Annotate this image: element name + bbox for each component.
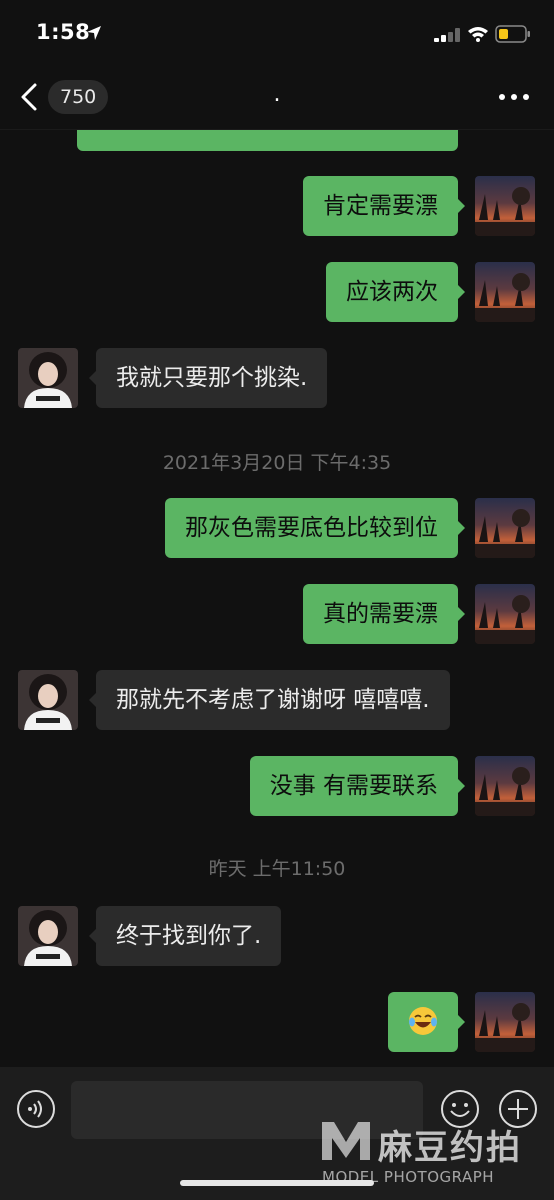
message-list[interactable]: 肯定需要漂 应该两次 我就只要那个挑染. 2021年3月20日 下午4:35 那…: [0, 130, 554, 1067]
battery-icon: [495, 25, 530, 43]
plus-icon[interactable]: [498, 1089, 538, 1129]
message-bubble-outgoing[interactable]: 应该两次: [326, 262, 465, 322]
message-input[interactable]: [71, 1081, 423, 1139]
message-text: 我就只要那个挑染.: [116, 365, 308, 391]
more-dots-icon[interactable]: [494, 86, 534, 108]
message-text: 那就先不考虑了谢谢呀 嘻嘻嘻.: [116, 687, 430, 713]
message-text: 应该两次: [346, 279, 438, 305]
my-avatar[interactable]: [475, 756, 535, 816]
contact-avatar[interactable]: [18, 670, 78, 730]
cellular-signal-icon: [434, 28, 460, 42]
chat-title: .: [273, 82, 281, 107]
message-bubble-outgoing[interactable]: 那灰色需要底色比较到位: [165, 498, 465, 558]
my-avatar[interactable]: [475, 992, 535, 1052]
message-timestamp: 昨天 上午11:50: [208, 858, 346, 880]
back-button[interactable]: 750: [18, 78, 109, 116]
message-text: 肯定需要漂: [323, 193, 438, 219]
message-text: 没事 有需要联系: [269, 773, 438, 799]
status-bar: 1:58: [0, 0, 554, 64]
message-bubble-incoming[interactable]: 终于找到你了.: [88, 906, 282, 966]
my-avatar[interactable]: [475, 176, 535, 236]
message-text: 终于找到你了.: [116, 923, 262, 949]
message-timestamp: 2021年3月20日 下午4:35: [162, 452, 392, 474]
message-bubble-incoming[interactable]: 那就先不考虑了谢谢呀 嘻嘻嘻.: [89, 670, 450, 730]
my-avatar[interactable]: [475, 262, 535, 322]
laughing-tears-emoji-icon: [409, 1006, 437, 1035]
chevron-left-icon: [21, 83, 37, 111]
contact-avatar[interactable]: [18, 906, 78, 966]
voice-icon[interactable]: [16, 1089, 56, 1129]
emoji-icon[interactable]: [440, 1089, 480, 1129]
my-avatar[interactable]: [475, 584, 535, 644]
contact-avatar[interactable]: [18, 348, 78, 408]
home-indicator: [180, 1180, 374, 1186]
message-bubble-outgoing[interactable]: 没事 有需要联系: [249, 756, 466, 816]
message-bubble-outgoing[interactable]: [77, 130, 458, 151]
chat-header: 750 .: [0, 64, 554, 130]
my-avatar[interactable]: [475, 498, 535, 558]
message-bubble-incoming[interactable]: 我就只要那个挑染.: [88, 348, 328, 408]
message-bubble-outgoing[interactable]: 肯定需要漂: [303, 176, 465, 236]
wifi-icon: [468, 27, 488, 42]
message-text: 那灰色需要底色比较到位: [185, 515, 438, 541]
message-bubble-outgoing[interactable]: [388, 992, 465, 1052]
message-bubble-outgoing[interactable]: 真的需要漂: [303, 584, 465, 644]
unread-count-badge: 750: [48, 80, 109, 114]
status-time: 1:58: [36, 20, 91, 44]
message-text: 真的需要漂: [323, 601, 438, 627]
location-arrow-icon: [87, 26, 101, 40]
